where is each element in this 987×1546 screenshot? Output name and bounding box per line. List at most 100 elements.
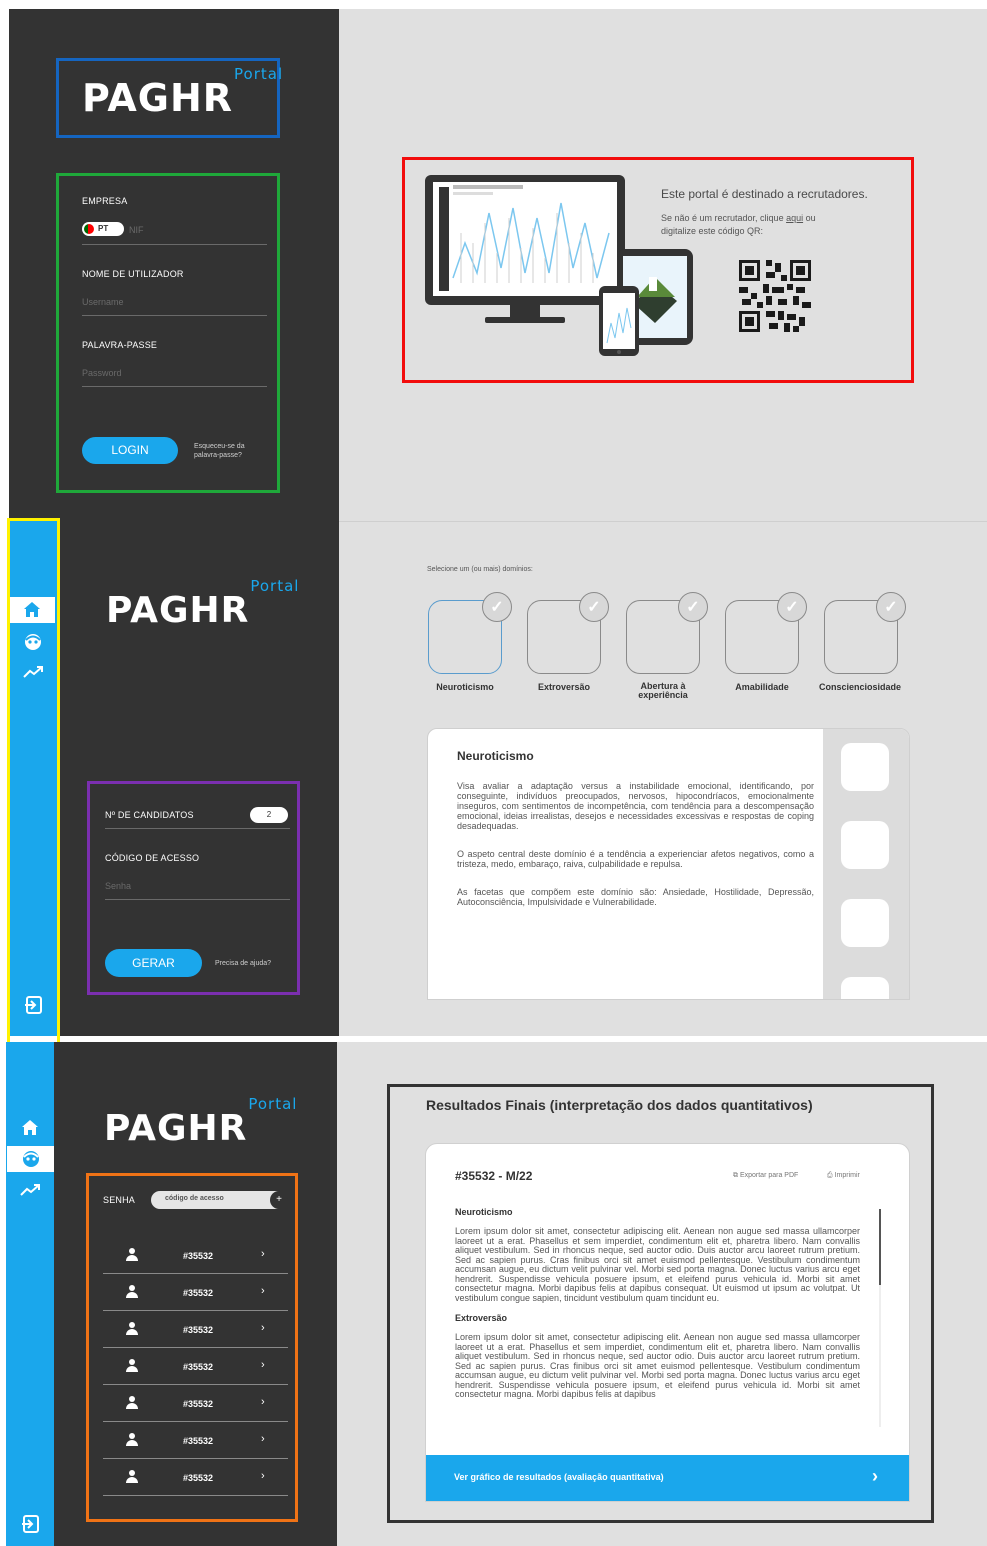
results-heading: Resultados Finais (interpretação dos dad… xyxy=(426,1097,813,1113)
scrollbar-track[interactable] xyxy=(879,1209,881,1427)
section1-text: Lorem ipsum dolor sit amet, consectetur … xyxy=(455,1226,860,1303)
table-row[interactable]: #35532 › xyxy=(103,1348,288,1385)
candidate-id: #35532 xyxy=(183,1288,214,1298)
domain-abertura[interactable]: ✓ Abertura à experiência xyxy=(626,592,716,710)
domain-label: Abertura à experiência xyxy=(638,681,688,700)
results-text-scroll[interactable]: Neuroticismo Lorem ipsum dolor sit amet,… xyxy=(455,1207,860,1427)
film-slot xyxy=(841,821,889,869)
access-code-input[interactable]: código de acesso + xyxy=(151,1191,288,1209)
candidate-id: #35532 xyxy=(183,1251,214,1261)
app-logo-2: PAGHRPortal xyxy=(106,577,300,631)
domain-neuroticismo[interactable]: ✓ Neuroticismo xyxy=(428,592,518,710)
home-icon[interactable] xyxy=(22,1120,38,1135)
chevron-right-icon: › xyxy=(261,1285,265,1297)
user-icon xyxy=(125,1433,139,1447)
table-row[interactable]: #35532 › xyxy=(103,1274,288,1311)
access-code-field[interactable]: Senha xyxy=(105,875,290,900)
table-row[interactable]: #35532 › xyxy=(103,1422,288,1459)
domain-label: Extroversão xyxy=(537,682,591,692)
chevron-right-icon: › xyxy=(261,1470,265,1482)
user-icon xyxy=(125,1470,139,1484)
export-pdf-link[interactable]: ⧉ Exportar para PDF xyxy=(733,1172,798,1180)
domain-detail-p1: Visa avaliar a adaptação versus a instab… xyxy=(457,781,814,831)
table-row[interactable]: #35532 › xyxy=(103,1237,288,1274)
results-graph-cta[interactable]: Ver gráfico de resultados (avaliação qua… xyxy=(426,1455,909,1501)
country-selector[interactable]: PT xyxy=(82,222,124,236)
chevron-right-icon: › xyxy=(261,1359,265,1371)
qr-code-icon xyxy=(739,260,811,332)
sidebar-3 xyxy=(6,1042,54,1546)
domain-label: Conscienciosidade xyxy=(818,682,902,692)
chevron-right-icon: › xyxy=(261,1322,265,1334)
check-icon: ✓ xyxy=(482,592,512,622)
user-icon xyxy=(125,1396,139,1410)
sidebar-face-active[interactable] xyxy=(7,1146,54,1172)
company-field[interactable]: PT NIF xyxy=(82,218,267,245)
devices-illustration xyxy=(425,175,693,356)
candidates-divider xyxy=(105,828,290,829)
candidate-id: #35532 xyxy=(183,1325,214,1335)
trend-icon[interactable] xyxy=(23,666,43,678)
app-logo: PAGHRPortal xyxy=(82,65,284,120)
username-placeholder: Username xyxy=(82,297,124,307)
login-button[interactable]: LOGIN xyxy=(82,437,178,464)
table-row[interactable]: #35532 › xyxy=(103,1385,288,1422)
sidebar-home-active[interactable] xyxy=(10,597,55,623)
password-field[interactable]: Password xyxy=(82,362,267,387)
username-field[interactable]: Username xyxy=(82,291,267,316)
candidate-id-title: #35532 - M/22 xyxy=(455,1169,533,1183)
face-icon[interactable] xyxy=(24,633,42,651)
app-logo-3: PAGHRPortal xyxy=(104,1095,298,1149)
section-divider xyxy=(339,521,987,522)
print-icon: ⎙ xyxy=(827,1172,833,1179)
check-icon: ✓ xyxy=(579,592,609,622)
domain-detail-title: Neuroticismo xyxy=(457,749,534,763)
access-code-label: CÓDIGO DE ACESSO xyxy=(105,853,200,863)
chevron-right-icon: › xyxy=(261,1396,265,1408)
results-graph-cta-label: Ver gráfico de resultados (avaliação qua… xyxy=(454,1472,664,1482)
domain-detail-p2: O aspeto central deste domínio é a tendê… xyxy=(457,849,814,869)
user-icon xyxy=(125,1248,139,1262)
senha-label: SENHA xyxy=(103,1195,136,1205)
add-button[interactable]: + xyxy=(270,1191,288,1209)
logout-icon[interactable] xyxy=(24,996,42,1014)
check-icon: ✓ xyxy=(876,592,906,622)
domain-detail-p3: As facetas que compõem este domínio são:… xyxy=(457,887,814,907)
forgot-password-link[interactable]: Esqueceu-se da palavra-passe? xyxy=(194,442,245,460)
access-code-input-placeholder: código de acesso xyxy=(165,1195,224,1202)
candidate-id: #35532 xyxy=(183,1436,214,1446)
table-row[interactable]: #35532 › xyxy=(103,1311,288,1348)
section1-title: Neuroticismo xyxy=(455,1207,513,1217)
film-slot xyxy=(841,977,889,999)
chevron-right-icon: › xyxy=(872,1466,878,1486)
username-label: NOME DE UTILIZADOR xyxy=(82,269,184,279)
trend-icon[interactable] xyxy=(20,1184,40,1196)
domain-conscienciosidade[interactable]: ✓ Conscienciosidade xyxy=(819,592,914,710)
candidate-id: #35532 xyxy=(183,1399,214,1409)
section2-title: Extroversão xyxy=(455,1313,508,1323)
domain-extroversao[interactable]: ✓ Extroversão xyxy=(527,592,617,710)
recruiter-message: Se não é um recrutador, clique aqui ou d… xyxy=(661,213,816,236)
generate-button[interactable]: GERAR xyxy=(105,949,202,977)
company-label: EMPRESA xyxy=(82,196,128,206)
film-slot xyxy=(841,899,889,947)
print-link[interactable]: ⎙ Imprimir xyxy=(827,1172,860,1180)
domains-instruction: Selecione um (ou mais) domínios: xyxy=(427,566,533,573)
user-icon xyxy=(125,1322,139,1336)
password-label: PALAVRA-PASSE xyxy=(82,340,158,350)
scrollbar-thumb[interactable] xyxy=(879,1209,881,1285)
domain-label: Amabilidade xyxy=(735,682,789,692)
film-strip xyxy=(823,729,909,999)
candidate-id: #35532 xyxy=(183,1362,214,1372)
candidate-id: #35532 xyxy=(183,1473,214,1483)
help-link[interactable]: Precisa de ajuda? xyxy=(215,959,271,968)
candidates-counter[interactable]: 2 xyxy=(250,807,288,823)
logout-icon[interactable] xyxy=(21,1515,39,1533)
domain-amabilidade[interactable]: ✓ Amabilidade xyxy=(725,592,815,710)
password-placeholder: Password xyxy=(82,368,122,378)
section2-text: Lorem ipsum dolor sit amet, consectetur … xyxy=(455,1332,860,1399)
table-row[interactable]: #35532 › xyxy=(103,1459,288,1496)
recruiter-link[interactable]: aqui xyxy=(786,213,803,223)
access-code-placeholder: Senha xyxy=(105,881,132,891)
check-icon: ✓ xyxy=(678,592,708,622)
